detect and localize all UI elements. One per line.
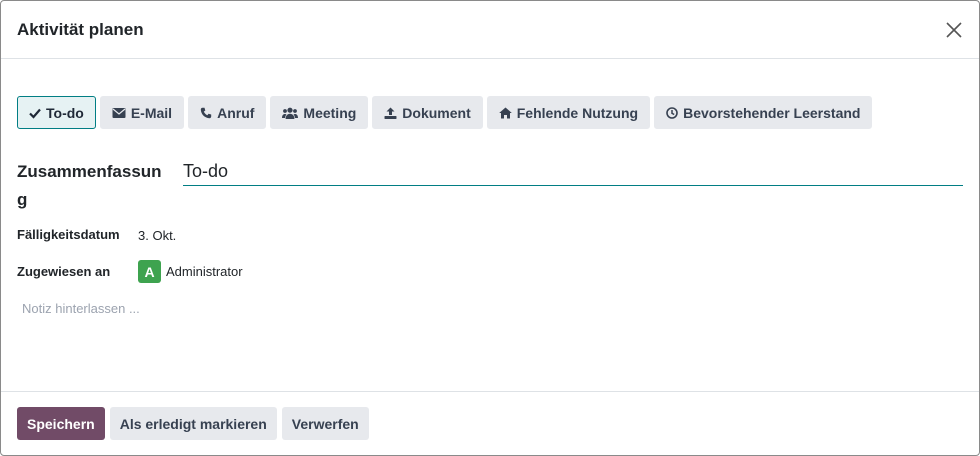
activity-type-upcoming-vacancy[interactable]: Bevorstehender Leerstand bbox=[654, 96, 873, 129]
due-date-label: Fälligkeitsdatum bbox=[17, 227, 120, 242]
activity-type-email[interactable]: E-Mail bbox=[99, 96, 185, 129]
activity-type-label: Dokument bbox=[402, 104, 471, 121]
avatar: A bbox=[138, 260, 161, 283]
assigned-to-label: Zugewiesen an bbox=[17, 264, 111, 279]
activity-type-label: Bevorstehender Leerstand bbox=[683, 104, 861, 121]
activity-type-document[interactable]: Dokument bbox=[372, 96, 483, 129]
envelope-icon bbox=[112, 107, 126, 119]
activity-type-meeting[interactable]: Meeting bbox=[270, 96, 369, 129]
assignee-name: Administrator bbox=[166, 264, 243, 279]
users-icon bbox=[282, 107, 299, 119]
close-icon[interactable] bbox=[945, 21, 963, 39]
schedule-activity-dialog: Aktivität planen To-do E-Mail Anruf Meet… bbox=[0, 0, 980, 456]
dialog-title: Aktivität planen bbox=[17, 19, 144, 39]
mark-done-button[interactable]: Als erledigt markieren bbox=[109, 407, 277, 440]
activity-type-call[interactable]: Anruf bbox=[188, 96, 267, 129]
discard-button[interactable]: Verwerfen bbox=[281, 407, 369, 440]
activity-type-missing-usage[interactable]: Fehlende Nutzung bbox=[486, 96, 651, 129]
activity-type-label: Meeting bbox=[303, 104, 357, 121]
dialog-header: Aktivität planen bbox=[1, 1, 979, 59]
summary-input[interactable]: To-do bbox=[183, 158, 963, 186]
note-input[interactable]: Notiz hinterlassen ... bbox=[22, 301, 140, 316]
assignee-field[interactable]: A Administrator bbox=[138, 260, 243, 283]
due-date-field[interactable]: 3. Okt. bbox=[138, 228, 176, 243]
activity-type-selector: To-do E-Mail Anruf Meeting Dokument Fehl… bbox=[17, 96, 873, 129]
clock-icon bbox=[666, 106, 678, 119]
save-button[interactable]: Speichern bbox=[17, 407, 105, 440]
activity-type-label: To-do bbox=[46, 104, 84, 121]
activity-type-label: E-Mail bbox=[130, 104, 173, 121]
check-icon bbox=[29, 107, 41, 119]
summary-label: Zusammenfassung bbox=[17, 162, 162, 209]
activity-type-label: Anruf bbox=[217, 104, 255, 121]
phone-icon bbox=[200, 107, 212, 119]
activity-type-todo[interactable]: To-do bbox=[17, 96, 96, 129]
dialog-footer: Speichern Als erledigt markieren Verwerf… bbox=[1, 391, 979, 455]
home-icon bbox=[498, 107, 512, 119]
activity-type-label: Fehlende Nutzung bbox=[516, 104, 639, 121]
upload-icon bbox=[384, 107, 397, 119]
